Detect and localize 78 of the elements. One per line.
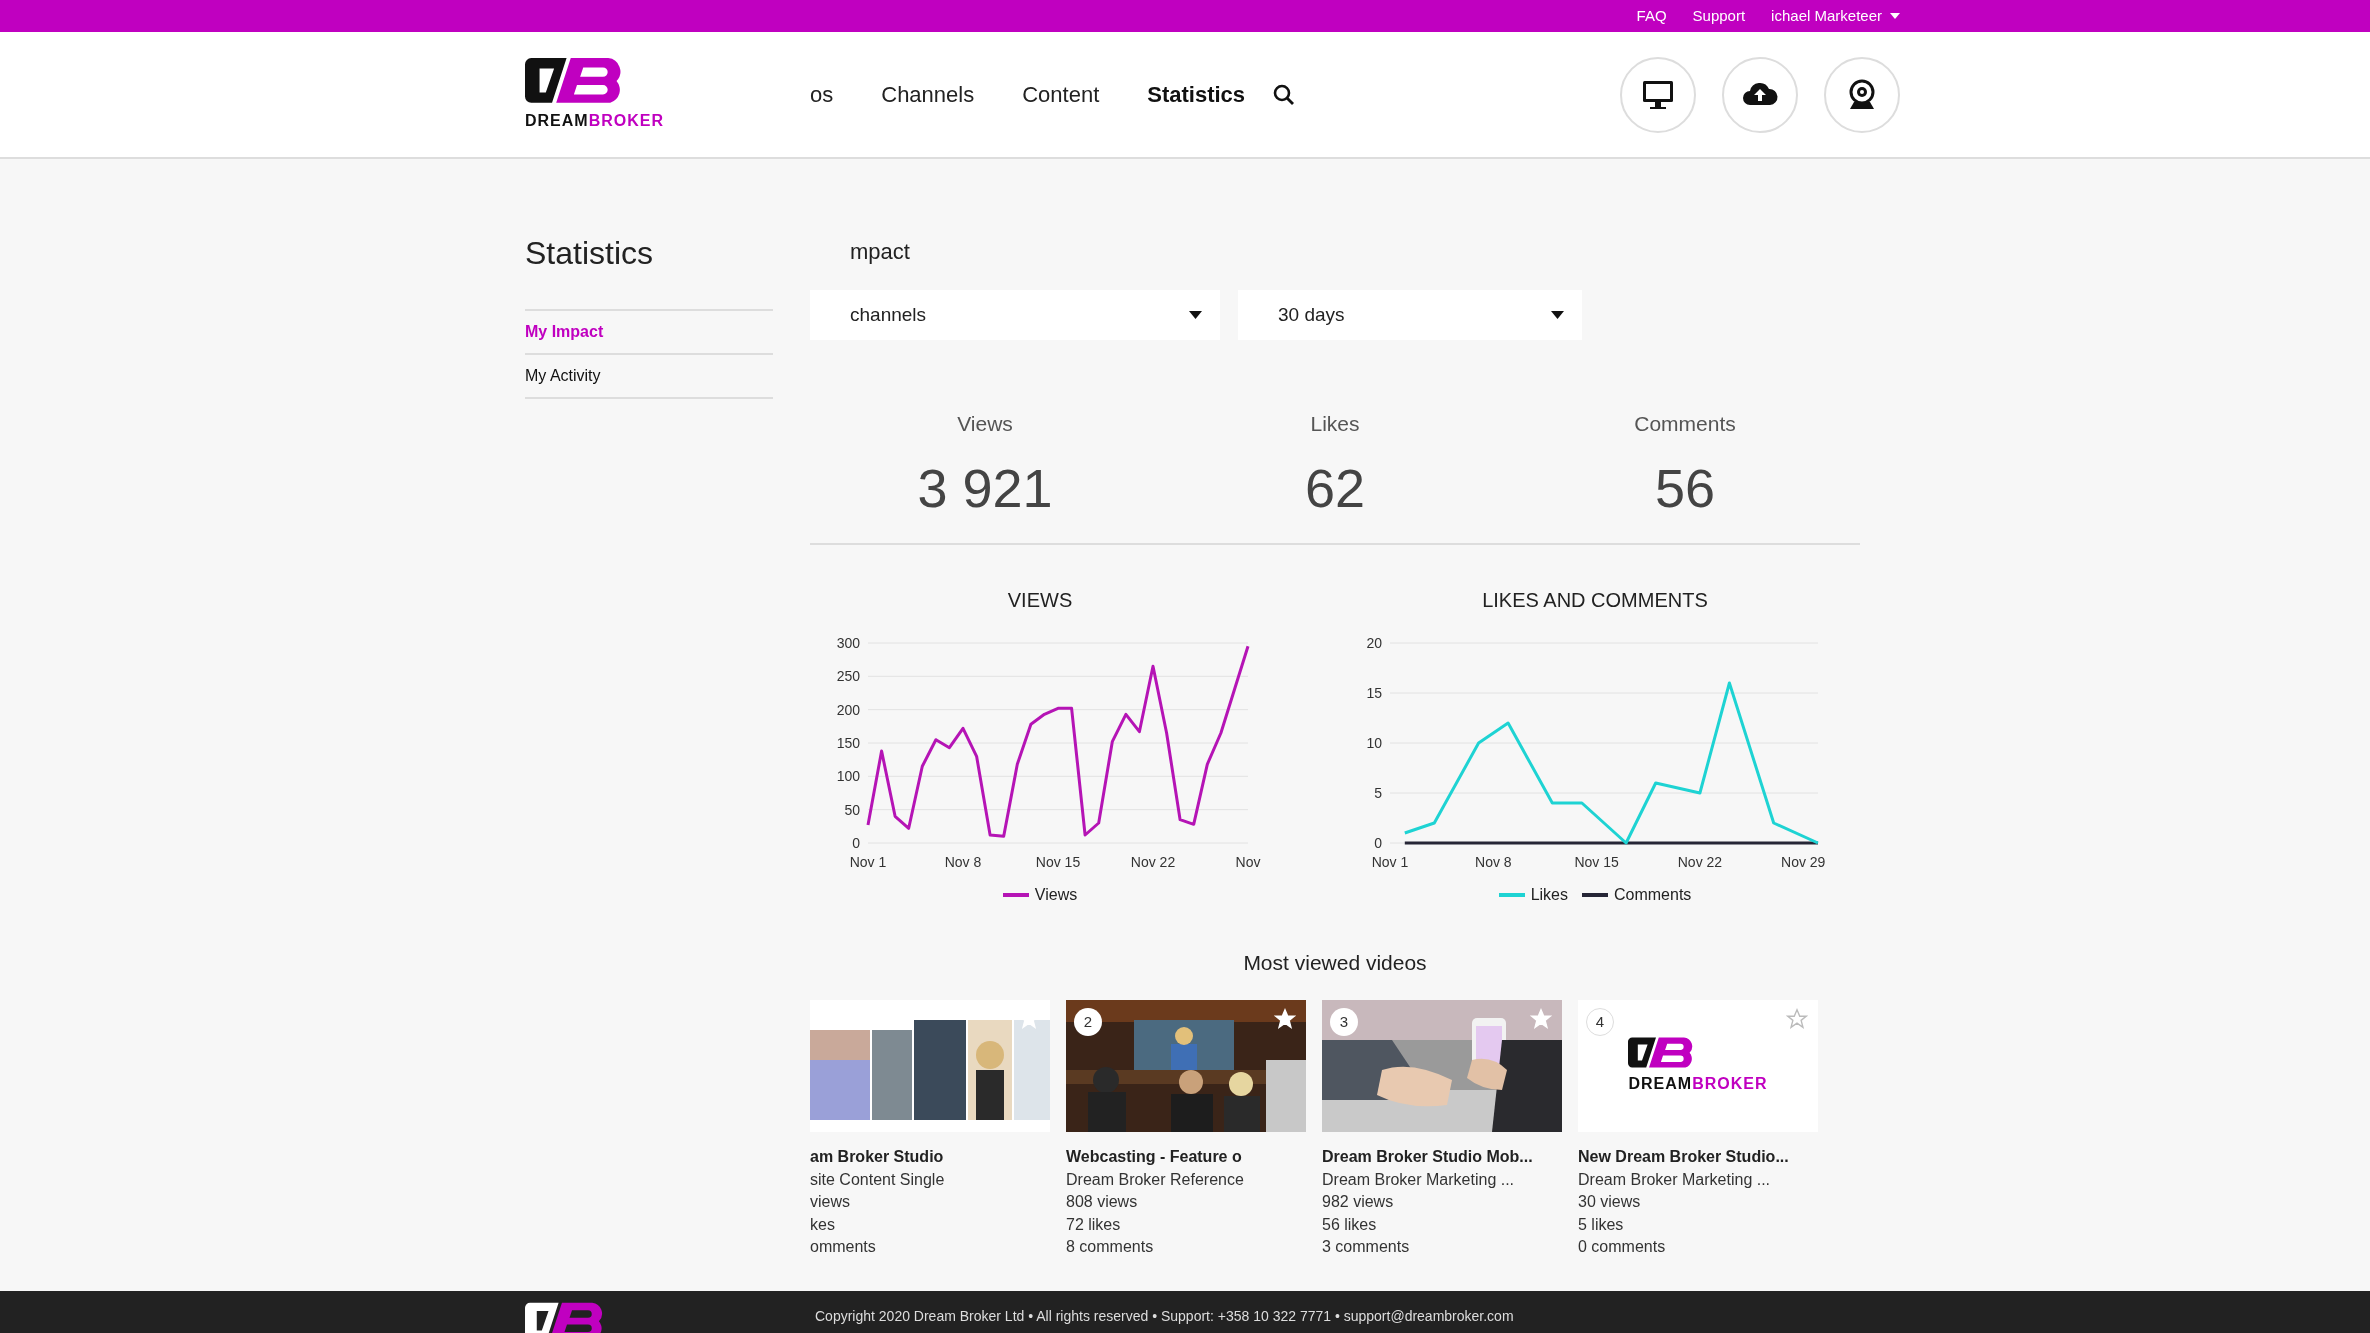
- sidebar-item[interactable]: My Activity: [525, 355, 773, 399]
- stat-value: 56: [1654, 456, 1716, 520]
- section-title: Most viewed videos: [1242, 949, 1428, 976]
- view-count: 982 views: [1322, 1192, 1395, 1212]
- axis-tick-label: 0: [852, 834, 860, 851]
- comment-count: 0 comments: [1578, 1237, 1667, 1257]
- nav-tab[interactable]: Channels: [881, 78, 975, 111]
- sidebar-title: Statistics: [525, 234, 655, 273]
- chart-title: LIKES AND COMMENTS: [1482, 587, 1708, 613]
- nav-tab[interactable]: Content: [1022, 78, 1100, 111]
- axis-tick-label: Nov 1: [849, 853, 887, 870]
- video-title[interactable]: Dream Broker Studio Mob...: [1322, 1146, 1562, 1169]
- caret-icon: [1890, 13, 1900, 19]
- sidebar-item[interactable]: My Impact: [525, 311, 773, 355]
- top-link[interactable]: FAQ: [1636, 4, 1667, 28]
- legend-label: Views: [1034, 884, 1078, 905]
- video-owner: Dream Broker Marketing ...: [1578, 1169, 1772, 1190]
- legend-label: Comments: [1614, 884, 1692, 905]
- stat-label: Likes: [1310, 411, 1360, 437]
- search-icon[interactable]: [1273, 83, 1296, 106]
- user-menu[interactable]: ichael Marketeer: [1771, 4, 1900, 28]
- axis-tick-label: 200: [836, 701, 860, 718]
- logo-wordmark: DREAMBROKER: [525, 110, 664, 131]
- nav-tab[interactable]: os: [810, 78, 834, 111]
- like-count: 72 likes: [1066, 1214, 1122, 1235]
- axis-tick-label: 20: [1366, 634, 1382, 651]
- page-heading: mpact: [850, 238, 911, 266]
- video-title[interactable]: Webcasting - Feature o: [1066, 1146, 1306, 1169]
- axis-tick-label: Nov 22: [1130, 853, 1176, 870]
- top-link[interactable]: Support: [1692, 4, 1746, 28]
- video-owner: Dream Broker Marketing ...: [1322, 1169, 1516, 1190]
- video-owner: Dream Broker Reference: [1066, 1169, 1245, 1190]
- axis-tick-label: Nov 8: [1475, 853, 1512, 870]
- axis-tick-label: 15: [1366, 684, 1382, 701]
- video-owner: site Content Single: [810, 1169, 946, 1190]
- stat-label: Views: [957, 411, 1013, 437]
- view-count: 30 views: [1578, 1192, 1642, 1212]
- axis-tick-label: Nov 15: [1035, 853, 1081, 870]
- logo-wordmark: DREAMBROKER: [1628, 1074, 1768, 1095]
- axis-tick-label: Nov: [1235, 853, 1261, 870]
- nav-tab[interactable]: Statistics: [1147, 78, 1246, 111]
- comment-count: 8 comments: [1066, 1237, 1155, 1257]
- star-icon[interactable]: [1786, 1008, 1808, 1030]
- video-title[interactable]: am Broker Studio: [810, 1146, 1050, 1169]
- axis-tick-label: 300: [836, 634, 860, 651]
- stat-value: 3 921: [917, 456, 1053, 520]
- like-count: 5 likes: [1578, 1214, 1625, 1235]
- axis-tick-label: Nov 15: [1574, 853, 1619, 870]
- stat-label: Comments: [1634, 411, 1736, 437]
- axis-tick-label: Nov 22: [1677, 853, 1723, 870]
- filter-dropdown[interactable]: channels: [810, 290, 1220, 340]
- axis-tick-label: 250: [836, 667, 860, 684]
- caret-icon: [1551, 311, 1564, 319]
- axis-tick-label: Nov 29: [1781, 853, 1826, 870]
- axis-tick-label: 10: [1366, 734, 1382, 751]
- stat-value: 62: [1304, 456, 1366, 520]
- logo[interactable]: DREAMBROKER: [1628, 1035, 1768, 1097]
- axis-tick-label: 0: [1374, 834, 1382, 851]
- like-count: 56 likes: [1322, 1214, 1378, 1235]
- axis-tick-label: 100: [836, 767, 860, 784]
- filter-dropdown[interactable]: 30 days: [1238, 290, 1582, 340]
- like-count: kes: [810, 1214, 836, 1235]
- copyright-text: Copyright 2020 Dream Broker Ltd • All rights reserved • Support: +358 10 322 7771 • support@dreambroker.com: [815, 1307, 1514, 1325]
- axis-tick-label: Nov 8: [944, 853, 982, 870]
- axis-tick-label: 50: [844, 801, 860, 818]
- axis-tick-label: 5: [1374, 784, 1382, 801]
- comment-count: 3 comments: [1322, 1237, 1411, 1257]
- axis-tick-label: 150: [836, 734, 860, 751]
- logo[interactable]: DREAMBROKER: [525, 56, 664, 133]
- comment-count: omments: [810, 1237, 877, 1257]
- rank-badge: 4: [1586, 1008, 1614, 1036]
- video-title[interactable]: New Dream Broker Studio...: [1578, 1146, 1818, 1169]
- view-count: views: [810, 1192, 851, 1212]
- chart-title: VIEWS: [1007, 587, 1073, 613]
- axis-tick-label: Nov 1: [1371, 853, 1409, 870]
- legend-label: Likes: [1530, 884, 1568, 905]
- caret-icon: [1189, 311, 1202, 319]
- view-count: 808 views: [1066, 1192, 1139, 1212]
